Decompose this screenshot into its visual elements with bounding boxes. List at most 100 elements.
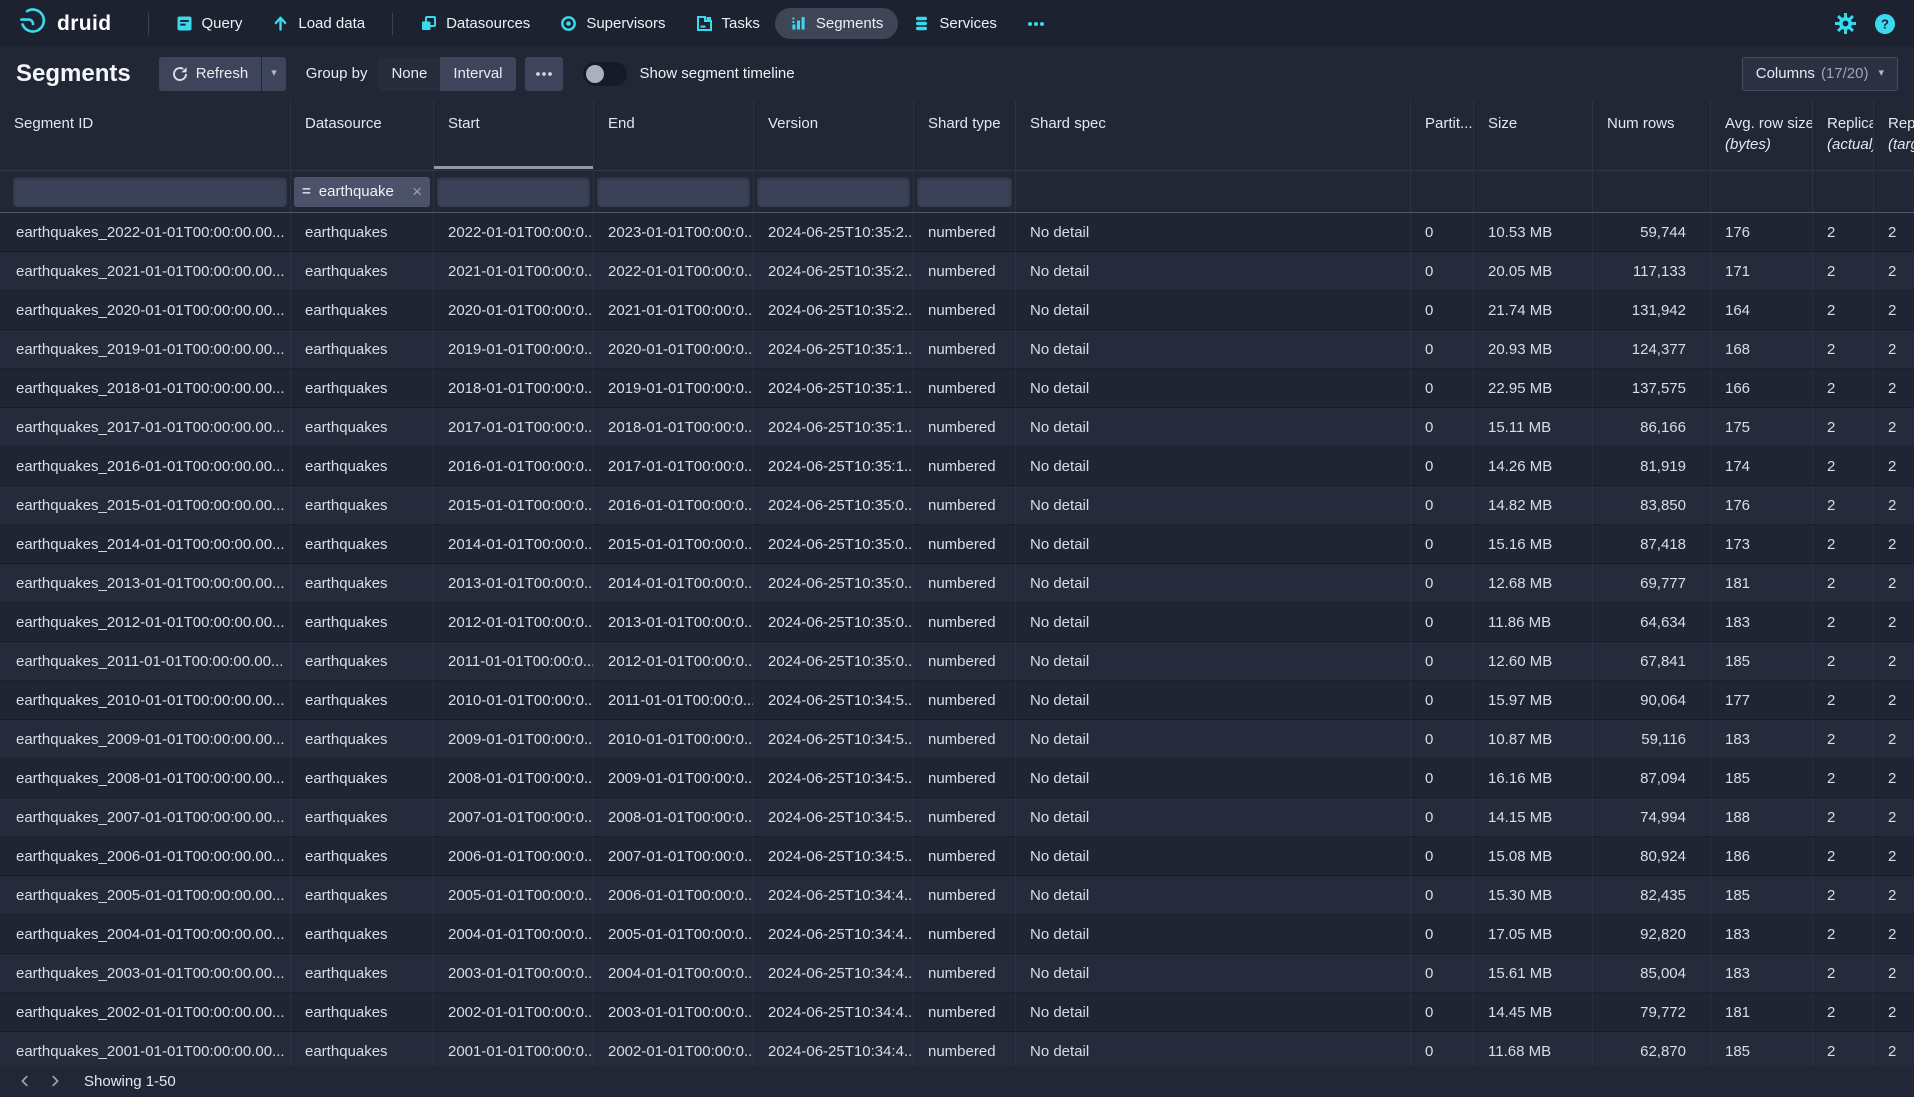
table-row[interactable]: earthquakes_2022-01-01T00:00:00.00...ear…	[0, 213, 1914, 252]
cell-partition: 0	[1410, 993, 1473, 1031]
cell-version: 2024-06-25T10:34:5...	[753, 681, 913, 719]
datasource-filter-tag[interactable]: =earthquake×	[294, 177, 430, 207]
column-header-segment_id[interactable]: Segment ID	[0, 100, 290, 170]
table-row[interactable]: earthquakes_2011-01-01T00:00:00.00...ear…	[0, 642, 1914, 681]
table-row[interactable]: earthquakes_2007-01-01T00:00:00.00...ear…	[0, 798, 1914, 837]
next-page-button[interactable]	[40, 1068, 70, 1094]
group-by-option-interval[interactable]: Interval	[440, 57, 515, 91]
column-header-start[interactable]: Start	[433, 100, 593, 170]
table-row[interactable]: earthquakes_2020-01-01T00:00:00.00...ear…	[0, 291, 1914, 330]
cell-text: 0	[1425, 614, 1433, 631]
cell-avg_row_size: 181	[1710, 993, 1812, 1031]
group-by-option-none[interactable]: None	[378, 57, 440, 91]
cell-segment_id: earthquakes_2018-01-01T00:00:00.00...	[0, 369, 290, 407]
nav-item-datasources[interactable]: Datasources	[405, 8, 545, 39]
cell-text: 14.82 MB	[1488, 497, 1552, 514]
table-row[interactable]: earthquakes_2010-01-01T00:00:00.00...ear…	[0, 681, 1914, 720]
column-header-size[interactable]: Size	[1473, 100, 1592, 170]
table-row[interactable]: earthquakes_2006-01-01T00:00:00.00...ear…	[0, 837, 1914, 876]
table-row[interactable]: earthquakes_2014-01-01T00:00:00.00...ear…	[0, 525, 1914, 564]
cell-end: 2019-01-01T00:00:0...	[593, 369, 753, 407]
more-options-button[interactable]	[525, 57, 563, 91]
segment-timeline-toggle[interactable]	[583, 62, 627, 86]
cell-text: numbered	[928, 302, 996, 319]
cell-shard_spec: No detail	[1015, 954, 1410, 992]
cell-text: 2005-01-01T00:00:0...	[448, 887, 593, 904]
filter-input-start[interactable]	[437, 177, 590, 207]
cell-datasource: earthquakes	[290, 642, 433, 680]
column-header-shard_type[interactable]: Shard type	[913, 100, 1015, 170]
filter-input-end[interactable]	[597, 177, 750, 207]
filter-input-shard_type[interactable]	[917, 177, 1012, 207]
cell-replicas: 2	[1812, 369, 1873, 407]
columns-picker-button[interactable]: Columns (17/20) ▾	[1742, 57, 1898, 91]
cell-text: 174	[1725, 458, 1750, 475]
cell-partition: 0	[1410, 759, 1473, 797]
column-header-shard_spec[interactable]: Shard spec	[1015, 100, 1410, 170]
table-row[interactable]: earthquakes_2005-01-01T00:00:00.00...ear…	[0, 876, 1914, 915]
cell-text: earthquakes_2006-01-01T00:00:00.00...	[16, 848, 285, 865]
table-row[interactable]: earthquakes_2012-01-01T00:00:00.00...ear…	[0, 603, 1914, 642]
table-row[interactable]: earthquakes_2008-01-01T00:00:00.00...ear…	[0, 759, 1914, 798]
nav-item-query[interactable]: Query	[161, 8, 258, 39]
nav-item-more[interactable]	[1012, 14, 1060, 34]
settings-gear-icon[interactable]	[1835, 13, 1856, 34]
cell-text: 15.30 MB	[1488, 887, 1552, 904]
cell-start: 2015-01-01T00:00:0...	[433, 486, 593, 524]
table-row[interactable]: earthquakes_2021-01-01T00:00:00.00...ear…	[0, 252, 1914, 291]
cell-num_rows: 85,004	[1592, 954, 1710, 992]
previous-page-button[interactable]	[10, 1068, 40, 1094]
nav-item-load-data[interactable]: Load data	[257, 8, 380, 39]
table-row[interactable]: earthquakes_2003-01-01T00:00:00.00...ear…	[0, 954, 1914, 993]
cell-size: 22.95 MB	[1473, 369, 1592, 407]
cell-text: numbered	[928, 575, 996, 592]
help-icon[interactable]: ?	[1874, 13, 1896, 35]
column-header-num_rows[interactable]: Num rows	[1592, 100, 1710, 170]
druid-logo[interactable]: druid	[18, 6, 112, 41]
column-header-version[interactable]: Version	[753, 100, 913, 170]
table-row[interactable]: earthquakes_2018-01-01T00:00:00.00...ear…	[0, 369, 1914, 408]
cell-text: 2023-01-01T00:00:0...	[608, 224, 753, 241]
cell-partition: 0	[1410, 798, 1473, 836]
table-row[interactable]: earthquakes_2016-01-01T00:00:00.00...ear…	[0, 447, 1914, 486]
cell-end: 2018-01-01T00:00:0...	[593, 408, 753, 446]
cell-replication_factor: 2	[1873, 1032, 1914, 1065]
column-header-datasource[interactable]: Datasource	[290, 100, 433, 170]
table-row[interactable]: earthquakes_2004-01-01T00:00:00.00...ear…	[0, 915, 1914, 954]
table-row[interactable]: earthquakes_2019-01-01T00:00:00.00...ear…	[0, 330, 1914, 369]
nav-item-services[interactable]: Services	[898, 8, 1012, 39]
cell-size: 14.26 MB	[1473, 447, 1592, 485]
cell-text: 14.26 MB	[1488, 458, 1552, 475]
cell-text: earthquakes	[305, 692, 388, 709]
cell-text: No detail	[1030, 536, 1089, 553]
refresh-dropdown-button[interactable]: ▾	[262, 57, 286, 91]
nav-item-supervisors[interactable]: Supervisors	[545, 8, 680, 39]
cell-partition: 0	[1410, 486, 1473, 524]
cell-text: No detail	[1030, 1043, 1089, 1060]
filter-input-segment_id[interactable]	[13, 177, 287, 207]
cell-text: 117,133	[1633, 263, 1686, 280]
cell-partition: 0	[1410, 837, 1473, 875]
nav-item-segments[interactable]: Segments	[775, 8, 899, 39]
cell-datasource: earthquakes	[290, 915, 433, 953]
table-row[interactable]: earthquakes_2002-01-01T00:00:00.00...ear…	[0, 993, 1914, 1032]
filter-input-version[interactable]	[757, 177, 910, 207]
table-row[interactable]: earthquakes_2009-01-01T00:00:00.00...ear…	[0, 720, 1914, 759]
cell-shard_spec: No detail	[1015, 447, 1410, 485]
column-header-end[interactable]: End	[593, 100, 753, 170]
table-row[interactable]: earthquakes_2001-01-01T00:00:00.00...ear…	[0, 1032, 1914, 1065]
table-row[interactable]: earthquakes_2015-01-01T00:00:00.00...ear…	[0, 486, 1914, 525]
table-row[interactable]: earthquakes_2013-01-01T00:00:00.00...ear…	[0, 564, 1914, 603]
cell-shard_spec: No detail	[1015, 876, 1410, 914]
nav-item-tasks[interactable]: Tasks	[681, 8, 775, 39]
column-header-replicas[interactable]: Replicas(actual)	[1812, 100, 1873, 170]
cell-text: 0	[1425, 887, 1433, 904]
remove-filter-icon[interactable]: ×	[412, 183, 422, 200]
column-header-partition[interactable]: Partit...	[1410, 100, 1473, 170]
cell-text: 2022-01-01T00:00:0...	[448, 224, 593, 241]
refresh-button[interactable]: Refresh	[159, 57, 262, 91]
column-header-replication_factor[interactable]: Replication factor(target)	[1873, 100, 1914, 170]
column-header-avg_row_size[interactable]: Avg. row size(bytes)	[1710, 100, 1812, 170]
table-row[interactable]: earthquakes_2017-01-01T00:00:00.00...ear…	[0, 408, 1914, 447]
cell-shard_type: numbered	[913, 993, 1015, 1031]
